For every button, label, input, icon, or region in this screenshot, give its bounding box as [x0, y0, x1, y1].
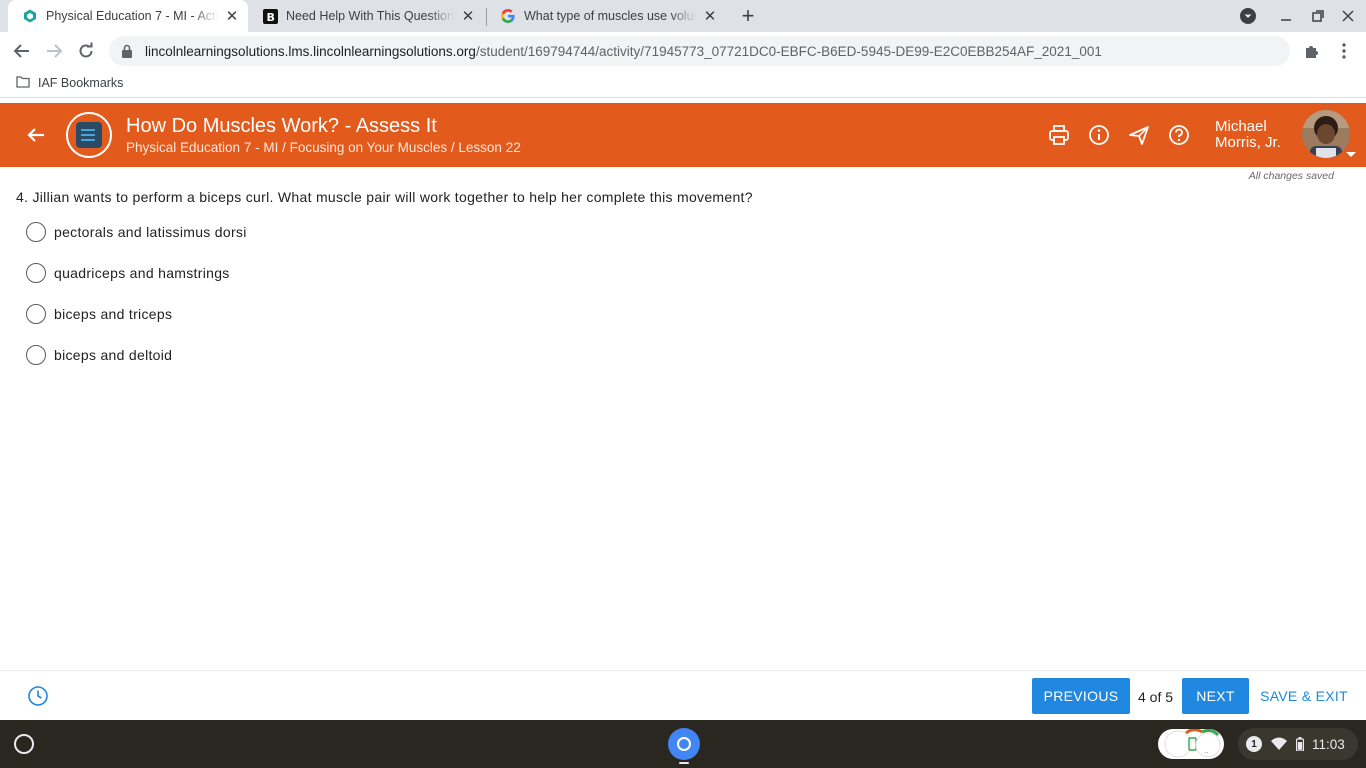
save-status: All changes saved: [1248, 170, 1334, 182]
browser-tab-strip: Physical Education 7 - MI - Activity ✕ B…: [0, 0, 1366, 32]
tab-title: Physical Education 7 - MI - Activity: [46, 9, 218, 23]
lock-icon: [121, 44, 135, 58]
extensions-puzzle-icon[interactable]: [1300, 39, 1324, 63]
os-shelf: .. 1 11:03: [0, 720, 1366, 768]
tab-title: Need Help With This Question - Brainly: [286, 9, 454, 23]
assessment-footer: PREVIOUS 4 of 5 NEXT SAVE & EXIT: [0, 670, 1366, 720]
url-text: lincolnlearningsolutions.lms.lincolnlear…: [145, 44, 1102, 59]
breadcrumb: Physical Education 7 - MI / Focusing on …: [126, 140, 521, 155]
answer-option[interactable]: pectorals and latissimus dorsi: [26, 222, 247, 242]
restore-window-icon[interactable]: [1308, 6, 1328, 26]
radio-button[interactable]: [26, 263, 46, 283]
bookmark-folder[interactable]: IAF Bookmarks: [16, 76, 123, 90]
running-indicator: [679, 762, 689, 764]
close-tab-icon[interactable]: ✕: [460, 8, 476, 25]
brainly-b-icon: B: [262, 8, 278, 24]
answer-label: biceps and triceps: [54, 306, 173, 322]
answer-option[interactable]: quadriceps and hamstrings: [26, 263, 230, 283]
folder-icon: [16, 76, 30, 90]
tab-title: What type of muscles use voluntary: [524, 9, 696, 23]
launcher-icon[interactable]: [14, 734, 34, 754]
chevron-down-icon[interactable]: [1346, 152, 1356, 157]
info-icon[interactable]: [1087, 123, 1111, 147]
bookmarks-bar: IAF Bookmarks: [0, 70, 1366, 98]
answer-label: quadriceps and hamstrings: [54, 265, 230, 281]
url-host: lincolnlearningsolutions.lms.lincolnlear…: [145, 43, 476, 59]
radio-button[interactable]: [26, 304, 46, 324]
lincoln-hex-icon: [22, 8, 38, 24]
send-message-icon[interactable]: [1127, 123, 1151, 147]
save-and-exit-button[interactable]: SAVE & EXIT: [1258, 678, 1350, 714]
bookmark-label: IAF Bookmarks: [38, 76, 124, 90]
clock-icon[interactable]: [27, 685, 49, 707]
next-button[interactable]: NEXT: [1182, 678, 1249, 714]
close-tab-icon[interactable]: ✕: [702, 8, 718, 25]
avatar[interactable]: [1302, 110, 1350, 158]
close-tab-icon[interactable]: ✕: [224, 8, 240, 25]
wifi-icon: [1271, 737, 1287, 751]
svg-text:B: B: [266, 11, 274, 24]
chrome-browser-icon[interactable]: [668, 728, 700, 760]
answer-label: biceps and deltoid: [54, 347, 173, 363]
url-path: /student/169794744/activity/71945773_077…: [475, 43, 1102, 59]
answer-option[interactable]: biceps and triceps: [26, 304, 172, 324]
notification-count: 1: [1246, 736, 1262, 752]
tray-app-pod[interactable]: ..: [1158, 728, 1224, 759]
address-bar[interactable]: lincolnlearningsolutions.lms.lincolnlear…: [109, 36, 1290, 66]
browser-tab-brainly[interactable]: B Need Help With This Question - Brainly…: [248, 0, 484, 32]
battery-icon: [1296, 737, 1304, 751]
question-text: 4. Jillian wants to perform a biceps cur…: [16, 189, 753, 205]
answer-option[interactable]: biceps and deltoid: [26, 345, 172, 365]
reload-icon[interactable]: [74, 39, 98, 63]
svg-text:..: ..: [1204, 747, 1208, 755]
radio-button[interactable]: [26, 222, 46, 242]
tab-search-icon[interactable]: [1238, 6, 1258, 26]
page-title: How Do Muscles Work? - Assess It: [126, 115, 437, 137]
answer-label: pectorals and latissimus dorsi: [54, 224, 247, 240]
lesson-list-icon: [66, 112, 112, 158]
clock-time: 11:03: [1312, 736, 1345, 752]
help-icon[interactable]: [1167, 123, 1191, 147]
radio-button[interactable]: [26, 345, 46, 365]
print-icon[interactable]: [1047, 123, 1071, 147]
page-indicator: 4 of 5: [1138, 689, 1174, 705]
google-g-icon: [500, 8, 516, 24]
lesson-header: How Do Muscles Work? - Assess It Physica…: [0, 103, 1366, 167]
new-tab-button[interactable]: +: [737, 3, 759, 28]
browser-tab-active[interactable]: Physical Education 7 - MI - Activity ✕: [8, 0, 248, 32]
browser-tab-google[interactable]: What type of muscles use voluntary ✕: [486, 0, 726, 32]
user-first-name: Michael: [1215, 118, 1267, 135]
forward-arrow-icon[interactable]: [42, 39, 66, 63]
user-name[interactable]: Michael Morris, Jr.: [1215, 119, 1281, 151]
close-window-icon[interactable]: [1338, 6, 1358, 26]
back-arrow-icon[interactable]: [22, 121, 50, 149]
user-last-name: Morris, Jr.: [1215, 134, 1281, 151]
kebab-menu-icon[interactable]: [1332, 39, 1356, 63]
browser-toolbar: lincolnlearningsolutions.lms.lincolnlear…: [0, 32, 1366, 70]
back-arrow-icon[interactable]: [10, 39, 34, 63]
minimize-window-icon[interactable]: [1276, 6, 1296, 26]
status-tray[interactable]: 1 11:03: [1238, 728, 1358, 760]
previous-button[interactable]: PREVIOUS: [1032, 678, 1130, 714]
